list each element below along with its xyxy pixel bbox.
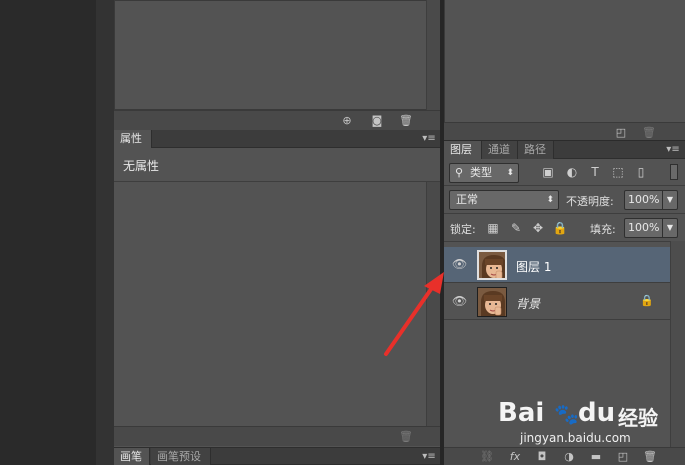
opacity-field[interactable]: 100% ▼ (624, 190, 678, 210)
chevron-updown-icon: ⬍ (546, 195, 554, 205)
layer-row[interactable]: 👁 背景 🔒 (444, 284, 670, 320)
smart-object-filter-icon[interactable]: ▯ (632, 163, 650, 181)
upper-panel-footer: ⊕ ◙ 🗑 (114, 110, 440, 130)
layer-name[interactable]: 图层 1 (516, 258, 551, 275)
lock-position-icon[interactable]: ✥ (529, 219, 547, 237)
filter-kind-select[interactable]: ⚲ 类型 ⬍ (449, 163, 519, 183)
right-upper-footer: ◰ 🗑 (444, 122, 685, 140)
tab-paths[interactable]: 路径 (518, 141, 554, 159)
lock-icon: 🔒 (640, 294, 654, 307)
new-layer-icon[interactable]: ◰ (616, 450, 630, 464)
pixel-filter-icon[interactable]: ▣ (539, 163, 557, 181)
watermark-url: jingyan.baidu.com (520, 431, 631, 445)
fill-value: 100% (628, 221, 660, 234)
layer-filter-row: ⚲ 类型 ⬍ ▣ ◐ T ⬚ ▯ (444, 159, 685, 186)
brush-tab-bar: 画笔 画笔预设 ▾≡ (114, 447, 440, 465)
layers-footer: ⛓ fx ◘ ◑ ▬ ◰ 🗑 (444, 447, 685, 465)
trash-icon: 🗑 (399, 430, 413, 443)
mask-icon[interactable]: ◘ (535, 450, 549, 464)
paw-icon: 🐾 (554, 402, 579, 426)
trash-icon: 🗑 (642, 126, 656, 139)
right-upper-panel (444, 0, 685, 122)
chevron-down-icon[interactable]: ▼ (662, 219, 677, 237)
chevron-down-icon[interactable]: ▼ (662, 191, 677, 209)
shape-filter-icon[interactable]: ⬚ (609, 163, 627, 181)
fill-field[interactable]: 100% ▼ (624, 218, 678, 238)
portrait-thumbnail-icon (479, 252, 505, 278)
opacity-label: 不透明度: (566, 195, 614, 208)
properties-content: 无属性 (114, 148, 440, 182)
upper-panel-scrollbar[interactable] (426, 0, 440, 110)
layer-thumbnail (477, 287, 507, 317)
eye-icon[interactable]: 👁 (452, 257, 468, 271)
tab-brush-presets[interactable]: 画笔预设 (151, 448, 211, 465)
watermark-brand-2: du (578, 398, 616, 428)
opacity-value: 100% (628, 193, 660, 206)
filter-kind-label: 类型 (470, 166, 492, 179)
lock-label: 锁定: (450, 223, 476, 236)
layers-tab-bar: 图层 通道 路径 ▾≡ (444, 141, 685, 159)
search-icon: ⚲ (455, 166, 464, 179)
no-properties-text: 无属性 (123, 159, 160, 173)
tab-brush[interactable]: 画笔 (114, 448, 150, 465)
lock-fill-row: 锁定: ▦ ✎ ✥ 🔒 填充: 100% ▼ (444, 214, 685, 242)
watermark-cn: 经验 (618, 406, 658, 430)
panel-menu-icon[interactable]: ▾≡ (422, 133, 436, 145)
properties-footer: 🗑 (114, 426, 440, 446)
adjustment-icon[interactable]: ◑ (562, 450, 576, 464)
fx-icon[interactable]: fx (508, 450, 522, 464)
portrait-thumbnail-icon (478, 288, 506, 316)
trash-icon[interactable]: 🗑 (399, 114, 413, 128)
new-item-icon[interactable]: ◰ (614, 126, 628, 140)
lock-paint-icon[interactable]: ✎ (507, 219, 525, 237)
panel-dock-edge (96, 0, 114, 465)
upper-panel (114, 0, 440, 110)
blend-opacity-row: 正常 ⬍ 不透明度: 100% ▼ (444, 186, 685, 214)
properties-tab-bar: 属性 ▾≡ (114, 130, 440, 148)
fill-label: 填充: (590, 223, 616, 236)
lock-transparency-icon[interactable]: ▦ (484, 219, 502, 237)
panel-menu-icon[interactable]: ▾≡ (666, 144, 680, 156)
type-filter-icon[interactable]: T (586, 163, 604, 181)
chevron-updown-icon: ⬍ (506, 168, 514, 178)
link-icon: ⛓ (480, 450, 494, 463)
baidu-watermark: Bai 🐾 du 经验 jingyan.baidu.com (498, 398, 678, 448)
camera-icon[interactable]: ◙ (370, 114, 384, 128)
tab-properties[interactable]: 属性 (114, 130, 152, 148)
layer-row[interactable]: 👁 图层 1 (444, 247, 670, 283)
lock-all-icon[interactable]: 🔒 (551, 219, 569, 237)
new-item-icon[interactable]: ⊕ (340, 114, 354, 128)
red-arrow-annotation (384, 272, 444, 356)
tab-channels[interactable]: 通道 (482, 141, 518, 159)
trash-icon[interactable]: 🗑 (643, 450, 657, 464)
eye-icon[interactable]: 👁 (452, 294, 468, 308)
blend-mode-select[interactable]: 正常 ⬍ (449, 190, 559, 210)
blend-mode-value: 正常 (456, 193, 478, 206)
layer-thumbnail (477, 250, 507, 280)
panel-menu-icon[interactable]: ▾≡ (422, 451, 436, 463)
adjustment-filter-icon[interactable]: ◐ (563, 163, 581, 181)
folder-icon[interactable]: ▬ (589, 450, 603, 464)
filter-toggle[interactable] (670, 164, 678, 180)
layer-name[interactable]: 背景 (516, 295, 540, 312)
tab-layers[interactable]: 图层 (444, 141, 482, 159)
workspace-background (0, 0, 96, 465)
watermark-brand: Bai (498, 398, 545, 428)
